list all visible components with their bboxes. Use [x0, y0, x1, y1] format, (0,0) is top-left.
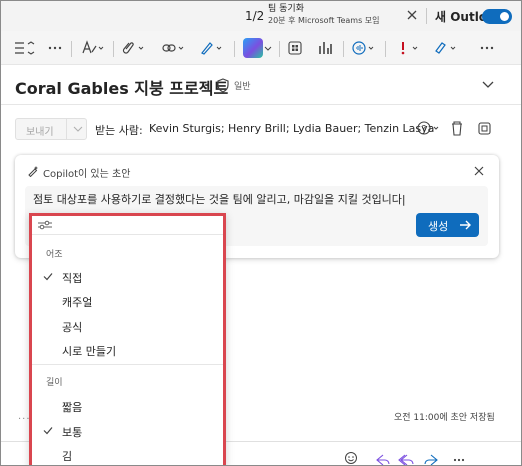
divider	[426, 8, 427, 24]
length-option-short[interactable]: 짧음	[62, 399, 82, 415]
voice-icon[interactable]	[351, 37, 377, 59]
divider	[113, 41, 114, 57]
send-button[interactable]: 보내기	[15, 118, 87, 140]
copilot-pen-icon	[28, 166, 38, 177]
signature-icon[interactable]	[199, 37, 225, 59]
prompt-text[interactable]: 점토 대상포를 사용하기로 결정했다는 것을 팀에 알리고, 마감일을 지킬 것…	[33, 191, 406, 207]
chevron-down-icon[interactable]	[481, 79, 495, 91]
copilot-title: Copilot이 있는 초안	[43, 169, 131, 180]
options-slider-icon[interactable]	[37, 220, 53, 230]
tone-option-poem[interactable]: 시로 만들기	[62, 343, 116, 359]
page-count: 1/2	[245, 9, 265, 23]
divider	[71, 41, 72, 57]
generate-button[interactable]: 생성	[416, 213, 479, 237]
close-icon[interactable]	[473, 165, 485, 177]
copilot-icon[interactable]	[243, 38, 263, 58]
shield-icon[interactable]	[216, 78, 230, 93]
length-option-medium[interactable]: 보통	[62, 424, 82, 440]
checkmark-icon	[43, 427, 53, 435]
importance-icon[interactable]	[395, 37, 421, 59]
close-notification-icon[interactable]	[405, 8, 419, 22]
notification-subtitle: 20분 후 Microsoft Teams 모임	[268, 16, 380, 25]
message-actions	[345, 452, 465, 465]
divider	[385, 41, 386, 57]
tone-option-casual[interactable]: 캐주얼	[62, 294, 92, 310]
styles-icon[interactable]	[81, 37, 105, 59]
divider	[32, 364, 223, 365]
more-icon[interactable]	[479, 37, 495, 59]
tone-heading: 어조	[46, 250, 63, 260]
send-label: 보내기	[26, 127, 54, 138]
draft-options-menu: 어조 직접 캐주얼 공식 시로 만들기 길이 짧음 보통 김	[29, 213, 226, 465]
draft-saved-status: 오전 11:00에 초안 저장됨	[394, 413, 495, 423]
recipients-field[interactable]: Kevin Sturgis; Henry Brill; Lydia Bauer;…	[149, 122, 434, 135]
divider	[66, 119, 67, 139]
link-icon[interactable]	[161, 37, 187, 59]
svg-text:?: ?	[422, 125, 427, 135]
format-icon[interactable]	[13, 37, 35, 59]
to-row-icons: ?	[417, 121, 491, 136]
arrow-right-icon	[460, 220, 471, 230]
copilot-dropdown-icon[interactable]	[263, 37, 273, 59]
length-option-long[interactable]: 김	[62, 448, 72, 464]
more-options-icon[interactable]	[47, 37, 63, 59]
subject-row: Coral Gables 지붕 프로젝트 일반	[1, 65, 521, 105]
chevron-down-icon[interactable]	[73, 125, 83, 133]
tone-option-direct[interactable]: 직접	[62, 270, 82, 286]
ribbon-toolbar	[1, 31, 521, 65]
popout-icon[interactable]	[478, 122, 491, 135]
forward-icon[interactable]	[424, 454, 438, 465]
generate-label: 생성	[428, 220, 449, 233]
divider	[234, 41, 235, 57]
length-heading: 길이	[46, 378, 63, 388]
title-bar: 1/2 팀 동기화 20분 후 Microsoft Teams 모임 새 Out…	[1, 1, 521, 31]
outlook-compose-window: 1/2 팀 동기화 20분 후 Microsoft Teams 모임 새 Out…	[0, 0, 522, 466]
attach-icon[interactable]	[121, 37, 147, 59]
divider	[32, 234, 223, 235]
emoji-icon[interactable]	[345, 452, 357, 464]
subject-title[interactable]: Coral Gables 지붕 프로젝트	[15, 75, 228, 99]
chart-icon[interactable]	[317, 37, 333, 59]
divider	[279, 41, 280, 57]
checkmark-icon	[43, 273, 53, 281]
apps-icon[interactable]	[287, 37, 303, 59]
more-icon[interactable]	[453, 458, 465, 462]
divider	[343, 41, 344, 57]
help-icon[interactable]: ?	[417, 121, 439, 135]
meeting-notification[interactable]: 팀 동기화 20분 후 Microsoft Teams 모임	[268, 4, 380, 26]
trash-icon[interactable]	[452, 121, 462, 136]
format-painter-icon[interactable]	[433, 37, 459, 59]
new-outlook-toggle[interactable]	[482, 9, 512, 24]
reply-icon[interactable]	[376, 454, 390, 465]
notification-title: 팀 동기화	[268, 4, 304, 14]
tone-option-formal[interactable]: 공식	[62, 319, 82, 335]
reply-all-icon[interactable]	[398, 454, 414, 465]
to-label: 받는 사람:	[95, 124, 143, 137]
sensitivity-label[interactable]: 일반	[234, 79, 251, 92]
